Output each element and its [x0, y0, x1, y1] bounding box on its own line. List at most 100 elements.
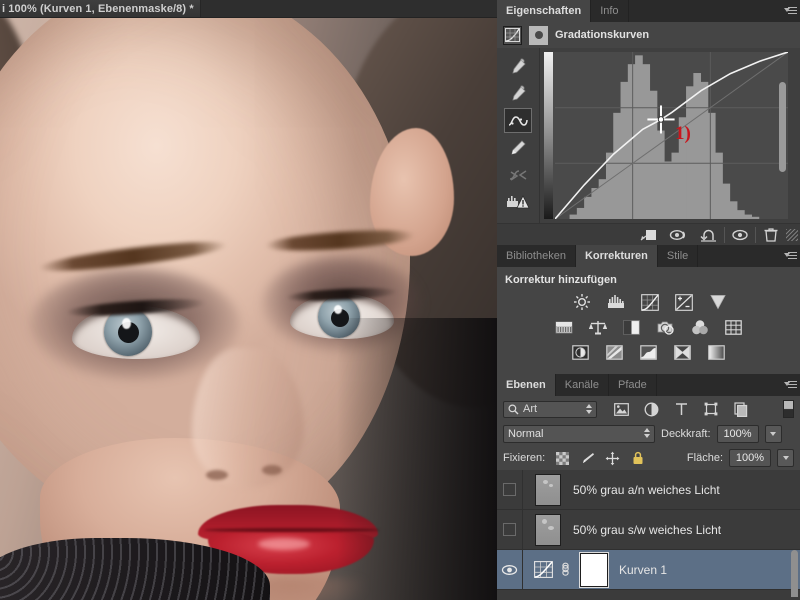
channel-mixer-icon[interactable]	[689, 317, 711, 337]
adjustment-curves-thumbnail[interactable]	[533, 561, 553, 579]
curves-plot-svg[interactable]	[554, 52, 788, 219]
tab-bibliotheken-label: Bibliotheken	[506, 250, 566, 262]
properties-tab-bar[interactable]: Eigenschaften Info	[497, 0, 800, 22]
clip-to-layer-icon[interactable]	[634, 224, 664, 246]
portrait-image[interactable]	[0, 18, 497, 600]
document-canvas-area[interactable]: i 100% (Kurven 1, Ebenenmaske/8) *	[0, 0, 497, 600]
color-lookup-icon[interactable]	[723, 317, 745, 337]
curves-editor[interactable]: 1)	[497, 48, 800, 223]
hue-saturation-icon[interactable]	[553, 317, 575, 337]
document-tab-bar[interactable]: i 100% (Kurven 1, Ebenenmaske/8) *	[0, 0, 497, 18]
lock-position-icon[interactable]	[605, 451, 620, 466]
curves-graph[interactable]: 1)	[544, 52, 788, 219]
adjustments-row-2[interactable]	[497, 316, 800, 341]
black-white-icon[interactable]	[621, 317, 643, 337]
clipping-warning-icon[interactable]	[504, 189, 532, 214]
tab-korrekturen[interactable]: Korrekturen	[575, 245, 658, 267]
curves-graph-container[interactable]: 1)	[540, 48, 800, 223]
pencil-draw-curve-icon[interactable]	[504, 135, 532, 160]
curves-tool-strip[interactable]	[497, 48, 540, 223]
blend-mode-row[interactable]: Normal Deckkraft: 100%	[497, 422, 800, 446]
tab-bibliotheken[interactable]: Bibliotheken	[497, 245, 576, 267]
curves-icon	[503, 25, 522, 45]
blend-stepper-icon[interactable]	[644, 428, 650, 438]
blend-mode-select[interactable]: Normal	[503, 425, 655, 443]
table-row[interactable]: 50% grau s/w weiches Licht	[497, 510, 800, 550]
curves-panel-scrollbar[interactable]	[779, 82, 786, 172]
gradient-map-icon[interactable]	[706, 342, 728, 362]
layer-filter-type-select[interactable]: Art	[503, 400, 597, 418]
properties-panel-menu-button[interactable]	[780, 0, 800, 22]
tab-kanaele[interactable]: Kanäle	[555, 374, 609, 396]
tab-stile-label: Stile	[666, 250, 689, 262]
layer-visibility-toggle[interactable]	[497, 550, 523, 589]
curves-icon[interactable]	[639, 292, 661, 312]
tab-stile[interactable]: Stile	[657, 245, 699, 267]
layer-thumbnail[interactable]	[535, 513, 561, 546]
tab-ebenen-label: Ebenen	[506, 379, 546, 391]
layers-tab-filler	[656, 374, 780, 396]
color-balance-icon[interactable]	[587, 317, 609, 337]
adjustments-panel-menu-button[interactable]	[780, 245, 800, 267]
pixel-layer-filter-icon[interactable]	[613, 401, 629, 417]
tab-ebenen[interactable]: Ebenen	[497, 374, 556, 396]
lock-pixels-icon[interactable]	[580, 451, 595, 466]
adjustments-row-1[interactable]	[497, 291, 800, 316]
fill-dropdown-button[interactable]	[777, 449, 794, 467]
smooth-curve-icon[interactable]	[504, 162, 532, 187]
layer-filter-icons[interactable]	[613, 401, 749, 417]
tab-info[interactable]: Info	[591, 0, 629, 22]
panel-resize-grip[interactable]	[786, 228, 798, 241]
layers-panel-menu-button[interactable]	[780, 374, 800, 396]
adjustments-tab-bar[interactable]: Bibliotheken Korrekturen Stile	[497, 245, 800, 267]
layer-list[interactable]: 50% grau a/n weiches Licht 50% grau s/w …	[497, 470, 800, 600]
brightness-contrast-icon[interactable]	[571, 292, 593, 312]
smart-object-filter-icon[interactable]	[733, 401, 749, 417]
table-row[interactable]: Kurven 1	[497, 550, 800, 600]
type-layer-filter-icon[interactable]	[673, 401, 689, 417]
properties-footer-toolbar[interactable]	[497, 223, 800, 245]
adjustment-layer-filter-icon[interactable]	[643, 401, 659, 417]
layer-visibility-toggle[interactable]	[497, 470, 523, 509]
shape-layer-filter-icon[interactable]	[703, 401, 719, 417]
layer-mask-thumbnail[interactable]	[580, 552, 608, 587]
table-row[interactable]: 50% grau a/n weiches Licht	[497, 470, 800, 510]
gray-point-eyedropper-icon[interactable]	[504, 81, 532, 106]
layers-filter-toolbar[interactable]: Art	[497, 396, 800, 422]
lock-row[interactable]: Fixieren: Fläche: 100%	[497, 446, 800, 470]
threshold-icon[interactable]	[638, 342, 660, 362]
trash-icon[interactable]	[756, 224, 786, 246]
layer-list-scrollbar[interactable]	[791, 550, 798, 600]
adjustments-row-3[interactable]	[497, 341, 800, 366]
layer-thumbnail[interactable]	[535, 473, 561, 506]
selective-color-icon[interactable]	[672, 342, 694, 362]
white-point-eyedropper-icon[interactable]	[504, 54, 532, 79]
lock-transparency-icon[interactable]	[555, 451, 570, 466]
vibrance-icon[interactable]	[707, 292, 729, 312]
opacity-input[interactable]: 100%	[716, 425, 759, 443]
layer-filter-enable-toggle[interactable]	[783, 400, 794, 418]
filter-stepper-icon[interactable]	[586, 403, 592, 414]
lock-all-icon[interactable]	[630, 451, 645, 466]
tab-eigenschaften[interactable]: Eigenschaften	[497, 0, 592, 22]
posterize-icon[interactable]	[604, 342, 626, 362]
layers-tab-bar[interactable]: Ebenen Kanäle Pfade	[497, 374, 800, 396]
fill-input[interactable]: 100%	[729, 449, 771, 467]
tab-pfade[interactable]: Pfade	[609, 374, 657, 396]
layer-mask-icon[interactable]	[529, 25, 548, 45]
eye-highlight-right	[334, 305, 342, 314]
toggle-preview-icon[interactable]	[664, 224, 694, 246]
mask-link-icon[interactable]	[559, 562, 571, 578]
curves-plot-area[interactable]	[554, 52, 788, 219]
reset-icon[interactable]	[694, 224, 724, 246]
opacity-dropdown-button[interactable]	[764, 425, 782, 443]
layer-visibility-toggle[interactable]	[497, 510, 523, 549]
lock-buttons[interactable]	[555, 451, 645, 466]
curve-edit-icon[interactable]	[504, 108, 532, 133]
photo-filter-icon[interactable]	[655, 317, 677, 337]
levels-icon[interactable]	[605, 292, 627, 312]
invert-icon[interactable]	[570, 342, 592, 362]
tab-pfade-label: Pfade	[618, 379, 647, 391]
exposure-icon[interactable]	[673, 292, 695, 312]
visibility-eye-icon[interactable]	[725, 224, 755, 246]
